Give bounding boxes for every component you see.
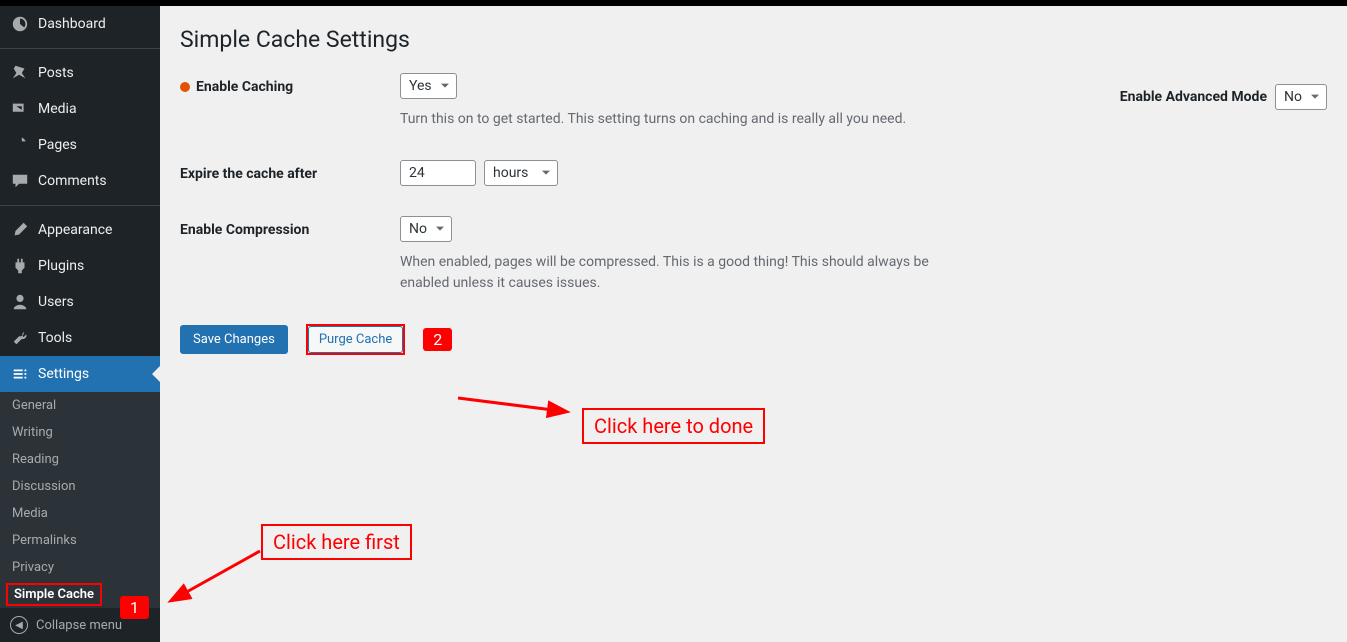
collapse-label: Collapse menu bbox=[36, 618, 122, 633]
submenu-item-writing[interactable]: Writing bbox=[0, 419, 160, 446]
submenu-item-discussion[interactable]: Discussion bbox=[0, 473, 160, 500]
status-dot-icon bbox=[180, 82, 190, 92]
sidebar-item-label: Media bbox=[38, 101, 77, 117]
plugin-icon bbox=[10, 256, 30, 276]
sidebar-item-appearance[interactable]: Appearance bbox=[0, 212, 160, 248]
enable-caching-select[interactable]: Yes bbox=[400, 73, 457, 99]
compression-desc: When enabled, pages will be compressed. … bbox=[400, 252, 960, 294]
expire-value-input[interactable] bbox=[400, 160, 476, 186]
user-icon bbox=[10, 292, 30, 312]
annotation-arrow-1 bbox=[175, 546, 265, 605]
sidebar-item-label: Dashboard bbox=[38, 16, 106, 32]
sidebar-item-settings[interactable]: Settings bbox=[0, 356, 160, 392]
page-icon bbox=[10, 135, 30, 155]
submenu-item-media[interactable]: Media bbox=[0, 500, 160, 527]
advanced-mode-label: Enable Advanced Mode bbox=[1120, 89, 1267, 105]
admin-sidebar: Dashboard Posts Media Pages Comments App… bbox=[0, 6, 160, 642]
annotation-badge-1: 1 bbox=[120, 596, 149, 619]
sidebar-item-label: Users bbox=[38, 294, 74, 310]
annotation-callout-2: Click here to done bbox=[582, 408, 765, 444]
annotation-badge-2: 2 bbox=[423, 328, 452, 351]
compression-row: Enable Compression No When enabled, page… bbox=[180, 216, 1327, 294]
expire-label: Expire the cache after bbox=[180, 160, 400, 182]
submenu-item-privacy[interactable]: Privacy bbox=[0, 554, 160, 581]
sidebar-item-media[interactable]: Media bbox=[0, 91, 160, 127]
advanced-mode-select[interactable]: No bbox=[1275, 84, 1327, 110]
settings-submenu: General Writing Reading Discussion Media… bbox=[0, 392, 160, 608]
submenu-item-simple-cache[interactable]: Simple Cache bbox=[6, 583, 102, 606]
sidebar-item-plugins[interactable]: Plugins bbox=[0, 248, 160, 284]
enable-caching-label: Enable Caching bbox=[196, 79, 293, 95]
expire-unit-select[interactable]: hours bbox=[484, 160, 558, 186]
dashboard-icon bbox=[10, 14, 30, 34]
wrench-icon bbox=[10, 328, 30, 348]
sidebar-item-dashboard[interactable]: Dashboard bbox=[0, 6, 160, 42]
comment-icon bbox=[10, 171, 30, 191]
annotation-box: Purge Cache bbox=[306, 324, 405, 355]
sidebar-item-pages[interactable]: Pages bbox=[0, 127, 160, 163]
pin-icon bbox=[10, 63, 30, 83]
sidebar-item-label: Appearance bbox=[38, 222, 112, 238]
sidebar-item-label: Posts bbox=[38, 65, 74, 81]
submenu-item-permalinks[interactable]: Permalinks bbox=[0, 527, 160, 554]
submenu-item-reading[interactable]: Reading bbox=[0, 446, 160, 473]
enable-caching-desc: Turn this on to get started. This settin… bbox=[400, 109, 960, 130]
collapse-icon: ◀ bbox=[10, 616, 28, 634]
annotation-arrow-2 bbox=[453, 388, 563, 422]
sidebar-item-users[interactable]: Users bbox=[0, 284, 160, 320]
submenu-item-general[interactable]: General bbox=[0, 392, 160, 419]
sidebar-item-label: Plugins bbox=[38, 258, 84, 274]
save-button[interactable]: Save Changes bbox=[180, 325, 288, 354]
media-icon bbox=[10, 99, 30, 119]
compression-select[interactable]: No bbox=[400, 216, 452, 242]
sidebar-item-label: Comments bbox=[38, 173, 107, 189]
advanced-mode-row: Enable Advanced Mode No bbox=[1120, 84, 1327, 110]
sidebar-item-label: Settings bbox=[38, 366, 89, 382]
sidebar-item-tools[interactable]: Tools bbox=[0, 320, 160, 356]
main-content: Simple Cache Settings Enable Advanced Mo… bbox=[160, 6, 1347, 642]
sidebar-item-posts[interactable]: Posts bbox=[0, 55, 160, 91]
settings-icon bbox=[10, 364, 30, 384]
compression-label: Enable Compression bbox=[180, 216, 400, 238]
page-title: Simple Cache Settings bbox=[180, 26, 1327, 53]
purge-cache-button[interactable]: Purge Cache bbox=[308, 326, 403, 353]
sidebar-item-label: Pages bbox=[38, 137, 77, 153]
brush-icon bbox=[10, 220, 30, 240]
sidebar-item-comments[interactable]: Comments bbox=[0, 163, 160, 199]
sidebar-item-label: Tools bbox=[38, 330, 72, 346]
annotation-callout-1: Click here first bbox=[261, 524, 412, 560]
expire-row: Expire the cache after hours bbox=[180, 160, 1327, 186]
